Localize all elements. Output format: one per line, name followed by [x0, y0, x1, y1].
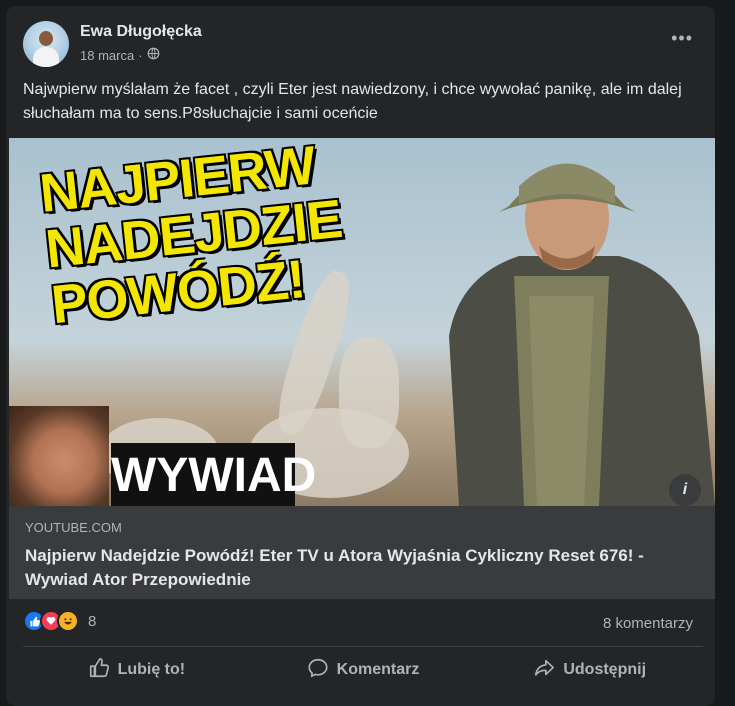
- haha-reaction-icon: [57, 610, 79, 632]
- avatar-head: [39, 31, 53, 46]
- avatar-torso: [33, 47, 59, 67]
- soldier-figure: [449, 163, 715, 506]
- info-button[interactable]: i: [669, 474, 701, 506]
- avatar[interactable]: [23, 21, 69, 67]
- thumbs-up-icon: [88, 657, 110, 684]
- link-title[interactable]: Najpierw Nadejdzie Powódź! Eter TV u Ato…: [25, 544, 695, 592]
- like-label: Lubię to!: [117, 661, 186, 678]
- post-text: Najwpierw myślałam że facet , czyli Eter…: [23, 81, 682, 122]
- post-date[interactable]: 18 marca: [80, 48, 134, 63]
- post-meta: 18 marca ·: [80, 47, 160, 63]
- comment-bubble-icon: [307, 657, 329, 684]
- share-arrow-icon: [533, 657, 555, 684]
- smoke-trail: [339, 338, 399, 448]
- comment-button[interactable]: Komentarz: [250, 649, 477, 691]
- meta-separator: ·: [138, 47, 143, 63]
- thumbnail-badge: WYWIAD: [111, 443, 316, 506]
- link-preview-image[interactable]: NAJPIERW NADEJDZIE POWÓDŹ! WYWIAD i: [9, 138, 715, 506]
- post-card: Ewa Długołęcka 18 marca · ••• Najwpierw …: [6, 6, 715, 706]
- link-domain: YOUTUBE.COM: [25, 520, 122, 535]
- divider: [23, 646, 703, 647]
- comment-label: Komentarz: [336, 661, 420, 678]
- reactions-summary[interactable]: 8: [23, 610, 96, 632]
- action-bar: Lubię to! Komentarz Udostępnij: [23, 649, 703, 691]
- author-name[interactable]: Ewa Długołęcka: [80, 23, 202, 41]
- more-options-button[interactable]: •••: [671, 28, 693, 49]
- share-button[interactable]: Udostępnij: [476, 649, 703, 691]
- reaction-count: 8: [88, 612, 97, 630]
- globe-icon: [147, 47, 160, 63]
- like-button[interactable]: Lubię to!: [23, 649, 250, 691]
- share-label: Udostępnij: [563, 661, 647, 678]
- interviewee-face: [9, 406, 109, 506]
- comments-count[interactable]: 8 komentarzy: [603, 615, 693, 632]
